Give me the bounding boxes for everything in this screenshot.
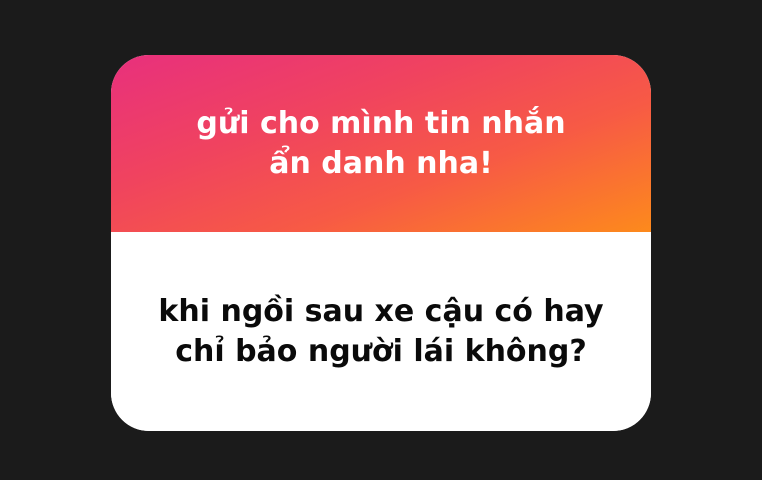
question-card: gửi cho mình tin nhắn ẩn danh nha! khi n… xyxy=(111,55,651,431)
prompt-text: gửi cho mình tin nhắn ẩn danh nha! xyxy=(196,105,566,181)
question-text: khi ngồi sau xe cậu có hay chỉ bảo người… xyxy=(158,293,604,369)
card-body: khi ngồi sau xe cậu có hay chỉ bảo người… xyxy=(111,232,651,431)
card-header: gửi cho mình tin nhắn ẩn danh nha! xyxy=(111,55,651,232)
background: gửi cho mình tin nhắn ẩn danh nha! khi n… xyxy=(0,0,762,480)
